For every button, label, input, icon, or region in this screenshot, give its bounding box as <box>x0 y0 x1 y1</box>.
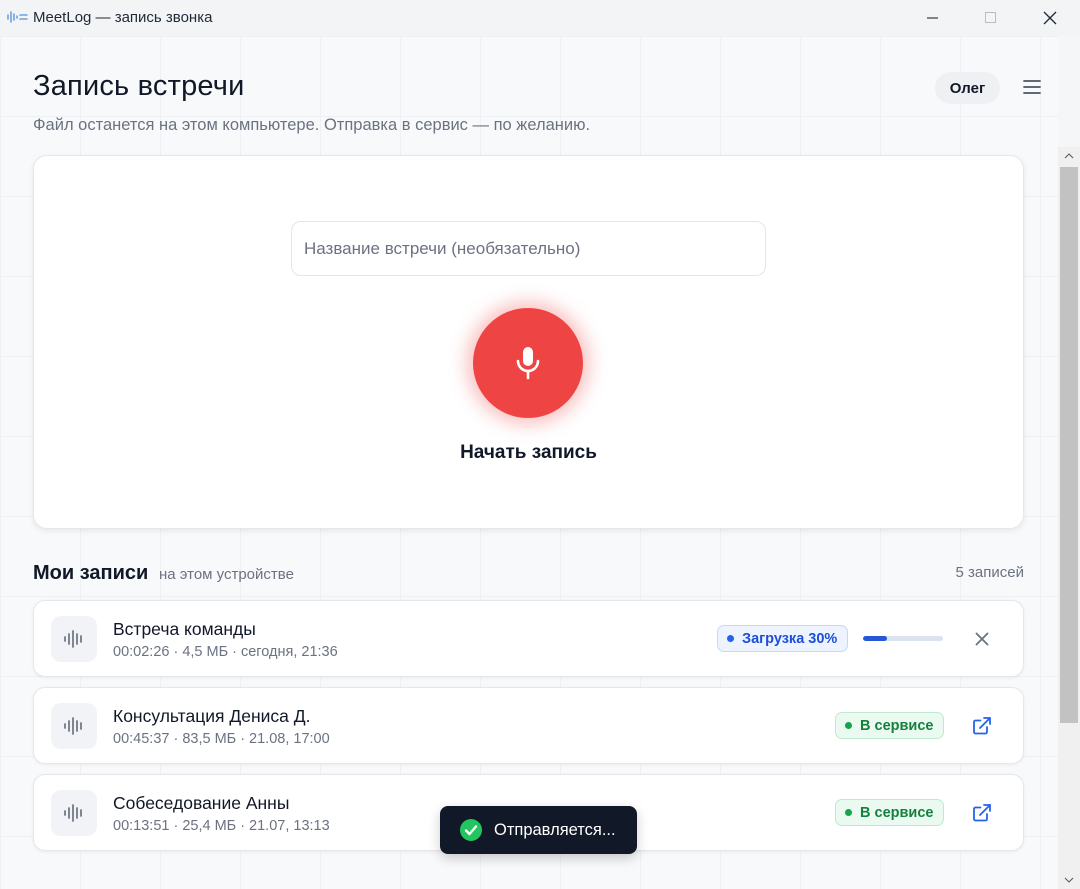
open-in-service-button[interactable] <box>969 800 995 826</box>
app-waveform-icon <box>7 11 28 23</box>
microphone-icon <box>516 347 540 380</box>
records-section-subtitle: на этом устройстве <box>159 566 294 583</box>
scroll-down-button[interactable] <box>1058 871 1080 889</box>
status-text: В сервисе <box>860 804 934 821</box>
in-service-badge: В сервисе <box>835 799 945 826</box>
in-service-badge: В сервисе <box>835 712 945 739</box>
title-bar: MeetLog — запись звонка <box>0 0 1080 36</box>
record-title: Собеседование Анны <box>113 793 290 813</box>
record-title: Встреча команды <box>113 619 256 639</box>
minimize-icon <box>927 17 938 19</box>
close-icon <box>1043 11 1057 25</box>
record-meta: 00:45:37 · 83,5 МБ · 21.08, 17:00 <box>113 731 330 747</box>
menu-button[interactable] <box>1021 78 1043 96</box>
window-title: MeetLog — запись звонка <box>33 9 213 26</box>
page-title: Запись встречи <box>33 70 245 102</box>
records-section-title: Мои записи <box>33 562 149 584</box>
toast-text: Отправляется... <box>494 820 616 839</box>
status-text: В сервисе <box>860 717 934 734</box>
upload-status-badge: Загрузка 30% <box>717 625 849 652</box>
recorder-card: Начать запись <box>33 155 1024 529</box>
cancel-upload-button[interactable] <box>969 626 995 652</box>
check-circle-icon <box>460 819 482 841</box>
start-recording-label: Начать запись <box>460 442 597 463</box>
records-count: 5 записей <box>955 564 1024 581</box>
status-dot <box>727 635 734 642</box>
close-icon <box>975 632 989 646</box>
external-link-icon <box>973 804 991 822</box>
start-recording-button[interactable] <box>473 308 583 418</box>
record-title: Консультация Дениса Д. <box>113 706 311 726</box>
maximize-button[interactable] <box>962 0 1020 36</box>
record-icon <box>51 790 97 836</box>
close-window-button[interactable] <box>1021 0 1079 36</box>
vertical-scrollbar[interactable] <box>1058 147 1080 889</box>
chevron-down-icon <box>1064 877 1074 883</box>
status-dot <box>845 809 852 816</box>
record-meta: 00:13:51 · 25,4 МБ · 21.07, 13:13 <box>113 818 330 834</box>
status-dot <box>845 722 852 729</box>
hamburger-menu-icon <box>1023 80 1041 94</box>
record-row[interactable]: Встреча команды 00:02:26 · 4,5 МБ · сего… <box>33 600 1024 677</box>
external-link-icon <box>973 717 991 735</box>
record-row[interactable]: Консультация Дениса Д. 00:45:37 · 83,5 М… <box>33 687 1024 764</box>
user-menu-chip[interactable]: Олег <box>935 72 1000 104</box>
minimize-button[interactable] <box>904 0 962 36</box>
upload-progress-fill <box>863 636 887 641</box>
upload-progress-bar <box>863 636 943 641</box>
scrollbar-thumb[interactable] <box>1060 167 1078 723</box>
audio-waveform-icon <box>64 717 82 735</box>
audio-waveform-icon <box>64 630 82 648</box>
toast-notification: Отправляется... <box>440 806 637 854</box>
record-icon <box>51 616 97 662</box>
chevron-up-icon <box>1064 153 1074 159</box>
page-subtitle: Файл останется на этом компьютере. Отпра… <box>33 116 591 134</box>
open-in-service-button[interactable] <box>969 713 995 739</box>
status-text: Загрузка 30% <box>742 630 838 647</box>
record-icon <box>51 703 97 749</box>
record-meta: 00:02:26 · 4,5 МБ · сегодня, 21:36 <box>113 644 338 660</box>
main-content: Запись встречи Файл останется на этом ко… <box>0 36 1058 889</box>
meeting-name-input[interactable] <box>291 221 766 276</box>
maximize-icon <box>985 12 996 23</box>
scroll-up-button[interactable] <box>1058 147 1080 165</box>
audio-waveform-icon <box>64 804 82 822</box>
